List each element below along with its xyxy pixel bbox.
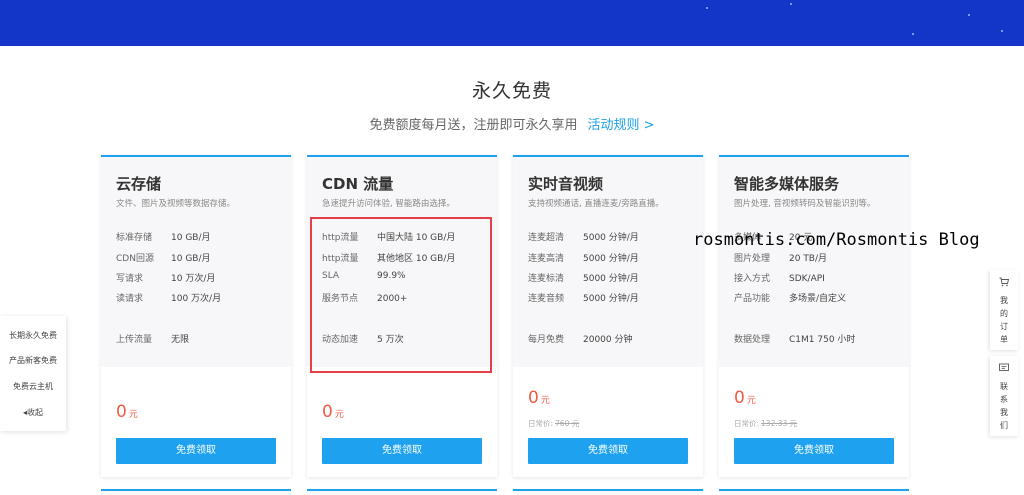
original-price-value: 760 元 (555, 419, 580, 428)
spec-row: 标准存储 10 GB/月 (116, 230, 211, 243)
next-card-edge (307, 489, 497, 495)
price: 0元 (528, 388, 550, 408)
next-card-edge (719, 489, 909, 495)
card-title: CDN 流量 (322, 175, 394, 193)
spec-row: 写请求 10 万次/月 (116, 271, 215, 284)
spec-value: 5000 分钟/月 (583, 233, 639, 243)
spec-value: 多场景/自定义 (789, 294, 847, 304)
original-price: 日常价: 760 元 (528, 418, 579, 429)
spec-row: 读请求 100 万次/月 (116, 291, 221, 304)
price: 0元 (734, 388, 756, 408)
spec-value: 5000 分钟/月 (583, 274, 639, 284)
card-desc: 急速提升访问体验, 智能路由选择。 (322, 199, 455, 209)
spec-row: 产品功能 多场景/自定义 (734, 291, 846, 304)
spec-value: SDK/API (789, 274, 825, 284)
my-orders-label: 我的订单 (1000, 296, 1008, 344)
spec-value: 10 万次/月 (171, 274, 216, 284)
spec-row: CDN回源 10 GB/月 (116, 251, 211, 264)
spec-key: 写请求 (116, 274, 144, 284)
spec-row: 图片处理 20 TB/月 (734, 251, 827, 264)
price-value: 0 (528, 388, 539, 408)
card-desc: 支持视频通话, 直播连麦/旁路直播。 (528, 199, 664, 209)
spec-row: 接入方式 SDK/API (734, 271, 825, 284)
product-card-rtc: 实时音视频 支持视频通话, 直播连麦/旁路直播。 连麦超清 5000 分钟/月 连… (513, 155, 703, 477)
spec-key: 产品功能 (734, 294, 771, 304)
spec-value: 5000 分钟/月 (583, 254, 639, 264)
chat-icon (999, 363, 1009, 371)
price-unit: 元 (540, 396, 550, 406)
product-card-media: 智能多媒体服务 图片处理, 音视频转码及智能识别等。 多媒体 20 元 图片处理 2… (719, 155, 909, 477)
spec-row: 连麦超清 5000 分钟/月 (528, 230, 639, 243)
claim-free-button[interactable]: 免费领取 (734, 438, 894, 464)
spec-row: 每月免费 20000 分钟 (528, 332, 633, 345)
spec-key: 上传流量 (116, 335, 153, 345)
section-subtitle: 免费额度每月送，注册即可永久享用 活动规则 > (0, 114, 1024, 133)
price: 0元 (116, 402, 138, 422)
section-title: 永久免费 (471, 80, 552, 102)
spec-value: 100 万次/月 (171, 294, 222, 304)
price: 0元 (322, 402, 344, 422)
spec-row: 上传流量 无限 (116, 332, 189, 345)
price-unit: 元 (334, 410, 344, 420)
collapse-button[interactable]: ◂收起 (0, 407, 66, 418)
highlight-box (310, 217, 492, 373)
price-value: 0 (116, 402, 127, 422)
claim-free-button[interactable]: 免费领取 (116, 438, 276, 464)
contact-us-label: 联系我们 (1000, 382, 1008, 430)
spec-value: 无限 (171, 335, 190, 345)
top-banner (0, 0, 1024, 46)
card-desc: 文件、图片及视频等数据存储。 (116, 199, 236, 209)
price-value: 0 (734, 388, 745, 408)
nav-item-longterm-free[interactable]: 长期永久免费 (0, 330, 66, 341)
spec-key: CDN回源 (116, 254, 154, 264)
original-price-label: 日常价: (528, 419, 554, 428)
spec-key: 每月免费 (528, 335, 565, 345)
spec-key: 图片处理 (734, 254, 771, 264)
claim-free-button[interactable]: 免费领取 (528, 438, 688, 464)
spec-value: 20000 分钟 (583, 335, 633, 345)
price-unit: 元 (128, 410, 138, 420)
card-title: 智能多媒体服务 (734, 175, 840, 193)
spec-key: 连麦标清 (528, 274, 565, 284)
nav-item-new-customer-free[interactable]: 产品新客免费 (0, 355, 66, 366)
original-price-value: 132.33 元 (761, 419, 798, 428)
card-title: 实时音视频 (528, 175, 604, 193)
spec-value: 10 GB/月 (171, 233, 211, 243)
subtitle-text: 免费额度每月送，注册即可永久享用 (369, 118, 578, 133)
collapse-label: 收起 (27, 408, 43, 417)
spec-value: 5000 分钟/月 (583, 294, 639, 304)
claim-free-button[interactable]: 免费领取 (322, 438, 482, 464)
next-card-edge (101, 489, 291, 495)
spec-value: 20 TB/月 (789, 254, 828, 264)
my-orders-button[interactable]: 我的订单 (990, 270, 1018, 350)
cart-icon (999, 277, 1009, 287)
spec-row: 连麦标清 5000 分钟/月 (528, 271, 639, 284)
spec-key: 数据处理 (734, 335, 771, 345)
spec-key: 读请求 (116, 294, 144, 304)
product-card-storage: 云存储 文件、图片及视频等数据存储。 标准存储 10 GB/月 CDN回源 10 G… (101, 155, 291, 477)
spec-value: C1M1 750 小时 (789, 335, 856, 345)
card-title: 云存储 (116, 175, 162, 193)
rules-link[interactable]: 活动规则 > (587, 118, 654, 133)
price-value: 0 (322, 402, 333, 422)
spec-row: 连麦音频 5000 分钟/月 (528, 291, 639, 304)
spec-key: 连麦高清 (528, 254, 565, 264)
spec-value: 10 GB/月 (171, 254, 211, 264)
spec-row: 数据处理 C1M1 750 小时 (734, 332, 855, 345)
spec-row: 连麦高清 5000 分钟/月 (528, 251, 639, 264)
contact-us-button[interactable]: 联系我们 (990, 356, 1018, 436)
spec-key: 标准存储 (116, 233, 153, 243)
spec-key: 接入方式 (734, 274, 771, 284)
spec-key: 连麦超清 (528, 233, 565, 243)
original-price-label: 日常价: (734, 419, 760, 428)
next-card-edge (513, 489, 703, 495)
original-price: 日常价: 132.33 元 (734, 418, 797, 429)
card-desc: 图片处理, 音视频转码及智能识别等。 (734, 199, 876, 209)
spec-key: 连麦音频 (528, 294, 565, 304)
left-float-nav: 长期永久免费 产品新客免费 免费云主机 ◂收起 (0, 316, 66, 431)
nav-item-free-host[interactable]: 免费云主机 (0, 381, 66, 392)
price-unit: 元 (746, 396, 756, 406)
watermark-text: rosmontis.com/Rosmontis Blog (693, 230, 980, 250)
